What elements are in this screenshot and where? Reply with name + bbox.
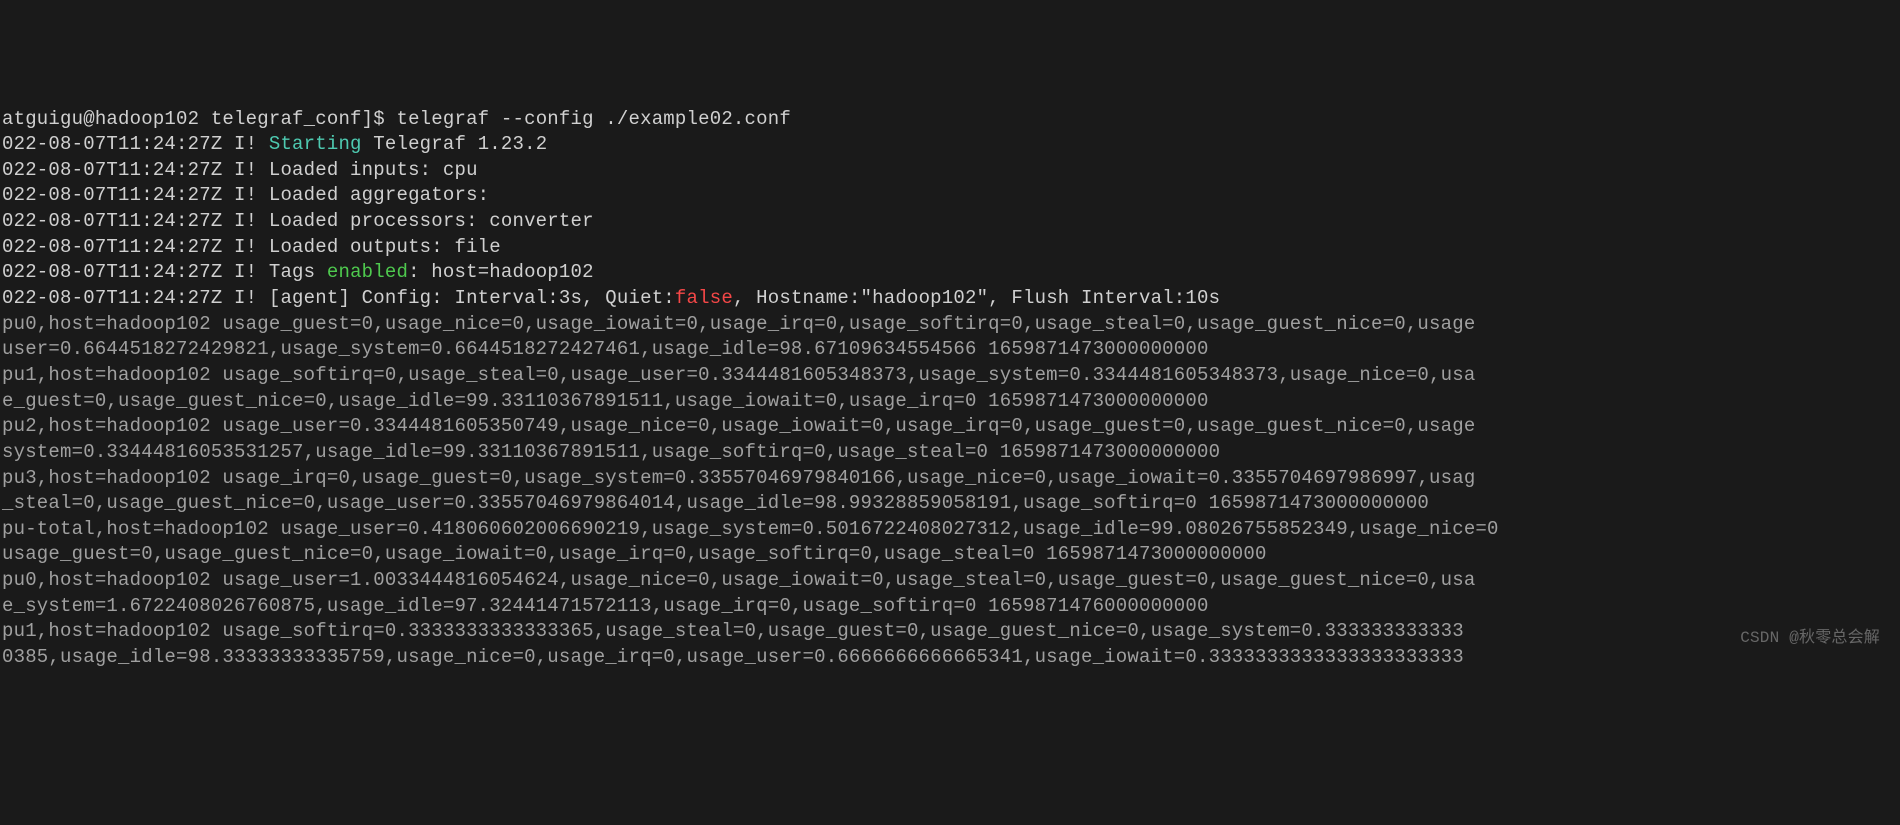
log-line: 022-08-07T11:24:27Z I! Starting Telegraf… xyxy=(2,132,1898,158)
log-line: 022-08-07T11:24:27Z I! [agent] Config: I… xyxy=(2,286,1898,312)
log-line: system=0.33444816053531257,usage_idle=99… xyxy=(2,440,1898,466)
log-line: pu3,host=hadoop102 usage_irq=0,usage_gue… xyxy=(2,466,1898,492)
log-line: usage_guest=0,usage_guest_nice=0,usage_i… xyxy=(2,542,1898,568)
log-line: pu2,host=hadoop102 usage_user=0.33444816… xyxy=(2,414,1898,440)
log-line: pu-total,host=hadoop102 usage_user=0.418… xyxy=(2,517,1898,543)
log-line: pu1,host=hadoop102 usage_softirq=0,usage… xyxy=(2,363,1898,389)
log-line: e_guest=0,usage_guest_nice=0,usage_idle=… xyxy=(2,389,1898,415)
log-line: pu0,host=hadoop102 usage_user=1.00334448… xyxy=(2,568,1898,594)
log-line: 022-08-07T11:24:27Z I! Tags enabled: hos… xyxy=(2,260,1898,286)
enabled-keyword: enabled xyxy=(327,261,408,283)
log-line: _steal=0,usage_guest_nice=0,usage_user=0… xyxy=(2,491,1898,517)
log-line: pu1,host=hadoop102 usage_softirq=0.33333… xyxy=(2,619,1898,645)
log-line: 022-08-07T11:24:27Z I! Loaded processors… xyxy=(2,209,1898,235)
log-line: 022-08-07T11:24:27Z I! Loaded inputs: cp… xyxy=(2,158,1898,184)
prompt-line[interactable]: atguigu@hadoop102 telegraf_conf]$ telegr… xyxy=(2,107,1898,133)
watermark: CSDN @秋零总会解 xyxy=(1740,628,1880,650)
log-line: 022-08-07T11:24:27Z I! Loaded outputs: f… xyxy=(2,235,1898,261)
log-line: 022-08-07T11:24:27Z I! Loaded aggregator… xyxy=(2,183,1898,209)
terminal-output: atguigu@hadoop102 telegraf_conf]$ telegr… xyxy=(2,107,1898,671)
command-text: telegraf --config ./example02.conf xyxy=(396,108,790,130)
log-line: pu0,host=hadoop102 usage_guest=0,usage_n… xyxy=(2,312,1898,338)
false-keyword: false xyxy=(675,287,733,309)
prompt-user: atguigu@hadoop102 telegraf_conf]$ xyxy=(2,108,396,130)
log-line: e_system=1.6722408026760875,usage_idle=9… xyxy=(2,594,1898,620)
log-line: user=0.6644518272429821,usage_system=0.6… xyxy=(2,337,1898,363)
starting-keyword: Starting xyxy=(269,133,362,155)
